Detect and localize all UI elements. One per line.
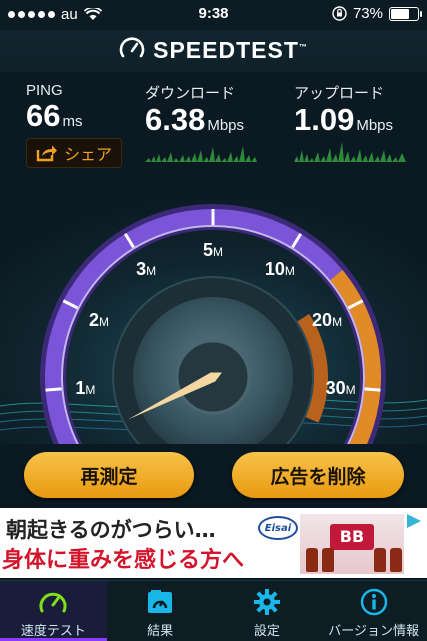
speed-gauge: 0M1M2M3M5M10M20M30M50M: [0, 174, 427, 444]
tab-bar: 速度テスト 結果 設定 バージョン情報: [0, 580, 427, 641]
tab-results-label: 結果: [147, 624, 174, 639]
upload-unit: Mbps: [356, 117, 394, 134]
share-button[interactable]: シェア: [26, 138, 122, 168]
tab-settings[interactable]: 設定: [214, 581, 321, 641]
download-stat: ダウンロード 6.38 Mbps: [145, 82, 244, 143]
ad-headline: 朝起きるのがつらい…: [6, 518, 216, 542]
share-icon: [36, 145, 57, 162]
tab-settings-label: 設定: [253, 624, 280, 639]
ad-product-name: BB: [330, 524, 374, 550]
ad-product-image: BB: [300, 514, 404, 574]
ad-subheadline: 身体に重みを感じる方へ: [2, 548, 245, 573]
upload-stat: アップロード 1.09 Mbps: [294, 82, 393, 143]
download-sparkline: [145, 146, 257, 162]
status-bar: au 9:38 73%: [0, 0, 427, 30]
ping-label: PING: [26, 82, 63, 99]
trademark: ™: [298, 42, 308, 52]
results-panel: PING 66 ms ダウンロード 6.38 Mbps アップロード 1.09 Mbp…: [0, 78, 427, 173]
remove-ads-button[interactable]: 広告を削除: [232, 452, 404, 498]
tab-speed-test[interactable]: 速度テスト: [0, 581, 107, 641]
orientation-lock-icon: [332, 6, 347, 21]
tab-speed-test-label: 速度テスト: [20, 624, 86, 639]
battery-icon: [389, 6, 422, 21]
app-header: SPEEDTEST™: [0, 30, 427, 72]
ping-value: 66: [26, 98, 61, 133]
ping-unit: ms: [62, 113, 83, 130]
speedtest-logo-icon: [119, 37, 145, 58]
download-value: 6.38: [145, 102, 206, 137]
logo-text: SPEEDTEST: [153, 37, 299, 63]
battery-percent: 73%: [352, 5, 383, 22]
upload-value: 1.09: [294, 102, 355, 137]
ad-banner[interactable]: 朝起きるのがつらい… 身体に重みを感じる方へ Eisai BB: [0, 508, 427, 578]
speedometer-icon: [39, 592, 67, 613]
tab-results[interactable]: 結果: [107, 581, 214, 641]
info-icon: [360, 588, 387, 616]
ping-stat: PING 66 ms: [26, 82, 82, 139]
upload-sparkline: [294, 142, 406, 162]
retest-button[interactable]: 再測定: [24, 452, 194, 498]
adchoices-icon[interactable]: [407, 514, 421, 528]
ad-brand-logo: Eisai: [258, 516, 298, 540]
gauge-tick-mark: [364, 387, 381, 392]
download-label: ダウンロード: [145, 85, 236, 102]
share-label: シェア: [63, 145, 112, 164]
speedtest-logo: SPEEDTEST™: [0, 36, 427, 64]
gear-icon: [253, 589, 280, 615]
tab-version-info-label: バージョン情報: [328, 624, 419, 639]
gauge-tick-mark: [45, 387, 62, 392]
download-unit: Mbps: [207, 117, 245, 134]
upload-label: アップロード: [294, 85, 385, 102]
results-icon: [148, 590, 173, 613]
tab-version-info[interactable]: バージョン情報: [320, 581, 427, 641]
